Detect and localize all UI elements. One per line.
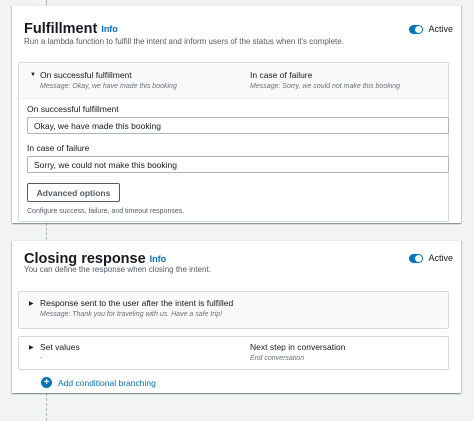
toggle-switch-icon[interactable] (409, 24, 424, 34)
flow-connector-bottom (46, 393, 47, 421)
fulfillment-responses-header[interactable]: ▼ On successful fulfillment Message: Oka… (19, 63, 448, 99)
fulfillment-responses-panel: ▼ On successful fulfillment Message: Oka… (18, 62, 449, 222)
success-message-input[interactable] (27, 117, 449, 134)
closing-response-panel[interactable]: ▶ Response sent to the user after the in… (18, 291, 449, 329)
success-header-message: Message: Okay, we have made this booking (40, 83, 177, 90)
closing-response-message: Message: Thank you for traveling with us… (40, 311, 223, 318)
caret-down-icon[interactable]: ▼ (30, 72, 36, 78)
fulfillment-active-toggle[interactable]: Active (409, 24, 453, 34)
failure-header-message: Message: Sorry, we could not make this b… (250, 83, 401, 90)
next-step-value: End conversation (250, 355, 305, 362)
failure-field-label: In case of failure (27, 143, 90, 153)
fulfillment-description: Run a lambda function to fulfill the int… (24, 37, 344, 46)
closing-info-link[interactable]: Info (150, 254, 167, 264)
add-conditional-branching-link[interactable]: Add conditional branching (58, 378, 156, 388)
set-values-value: - (40, 355, 43, 362)
caret-right-icon[interactable]: ▶ (29, 344, 34, 351)
fulfillment-info-link[interactable]: Info (101, 24, 118, 34)
failure-header-label: In case of failure (250, 70, 313, 80)
fulfillment-title-text: Fulfillment (24, 21, 98, 37)
closing-set-values-panel[interactable]: ▶ Set values - Next step in conversation… (18, 336, 449, 370)
advanced-options-description: Configure success, failure, and timeout … (27, 208, 185, 215)
set-values-label: Set values (40, 342, 80, 352)
plus-circle-icon[interactable]: + (41, 377, 52, 388)
advanced-options-button[interactable]: Advanced options (27, 183, 120, 202)
fulfillment-card: Fulfillment Info Run a lambda function to… (12, 5, 461, 223)
next-step-label: Next step in conversation (250, 342, 346, 352)
closing-response-header: Response sent to the user after the inte… (40, 298, 234, 308)
closing-active-toggle[interactable]: Active (409, 253, 453, 263)
toggle-switch-icon[interactable] (409, 253, 424, 263)
success-field-label: On successful fulfillment (27, 104, 119, 114)
flow-connector-middle (46, 223, 47, 240)
success-header-label: On successful fulfillment (40, 70, 132, 80)
failure-message-input[interactable] (27, 156, 449, 173)
caret-right-icon[interactable]: ▶ (29, 300, 34, 307)
fulfillment-toggle-label: Active (428, 24, 453, 34)
closing-description: You can define the response when closing… (24, 265, 211, 274)
closing-toggle-label: Active (428, 253, 453, 263)
fulfillment-title: Fulfillment Info (24, 21, 118, 37)
closing-response-card: Closing response Info You can define the … (12, 240, 461, 393)
